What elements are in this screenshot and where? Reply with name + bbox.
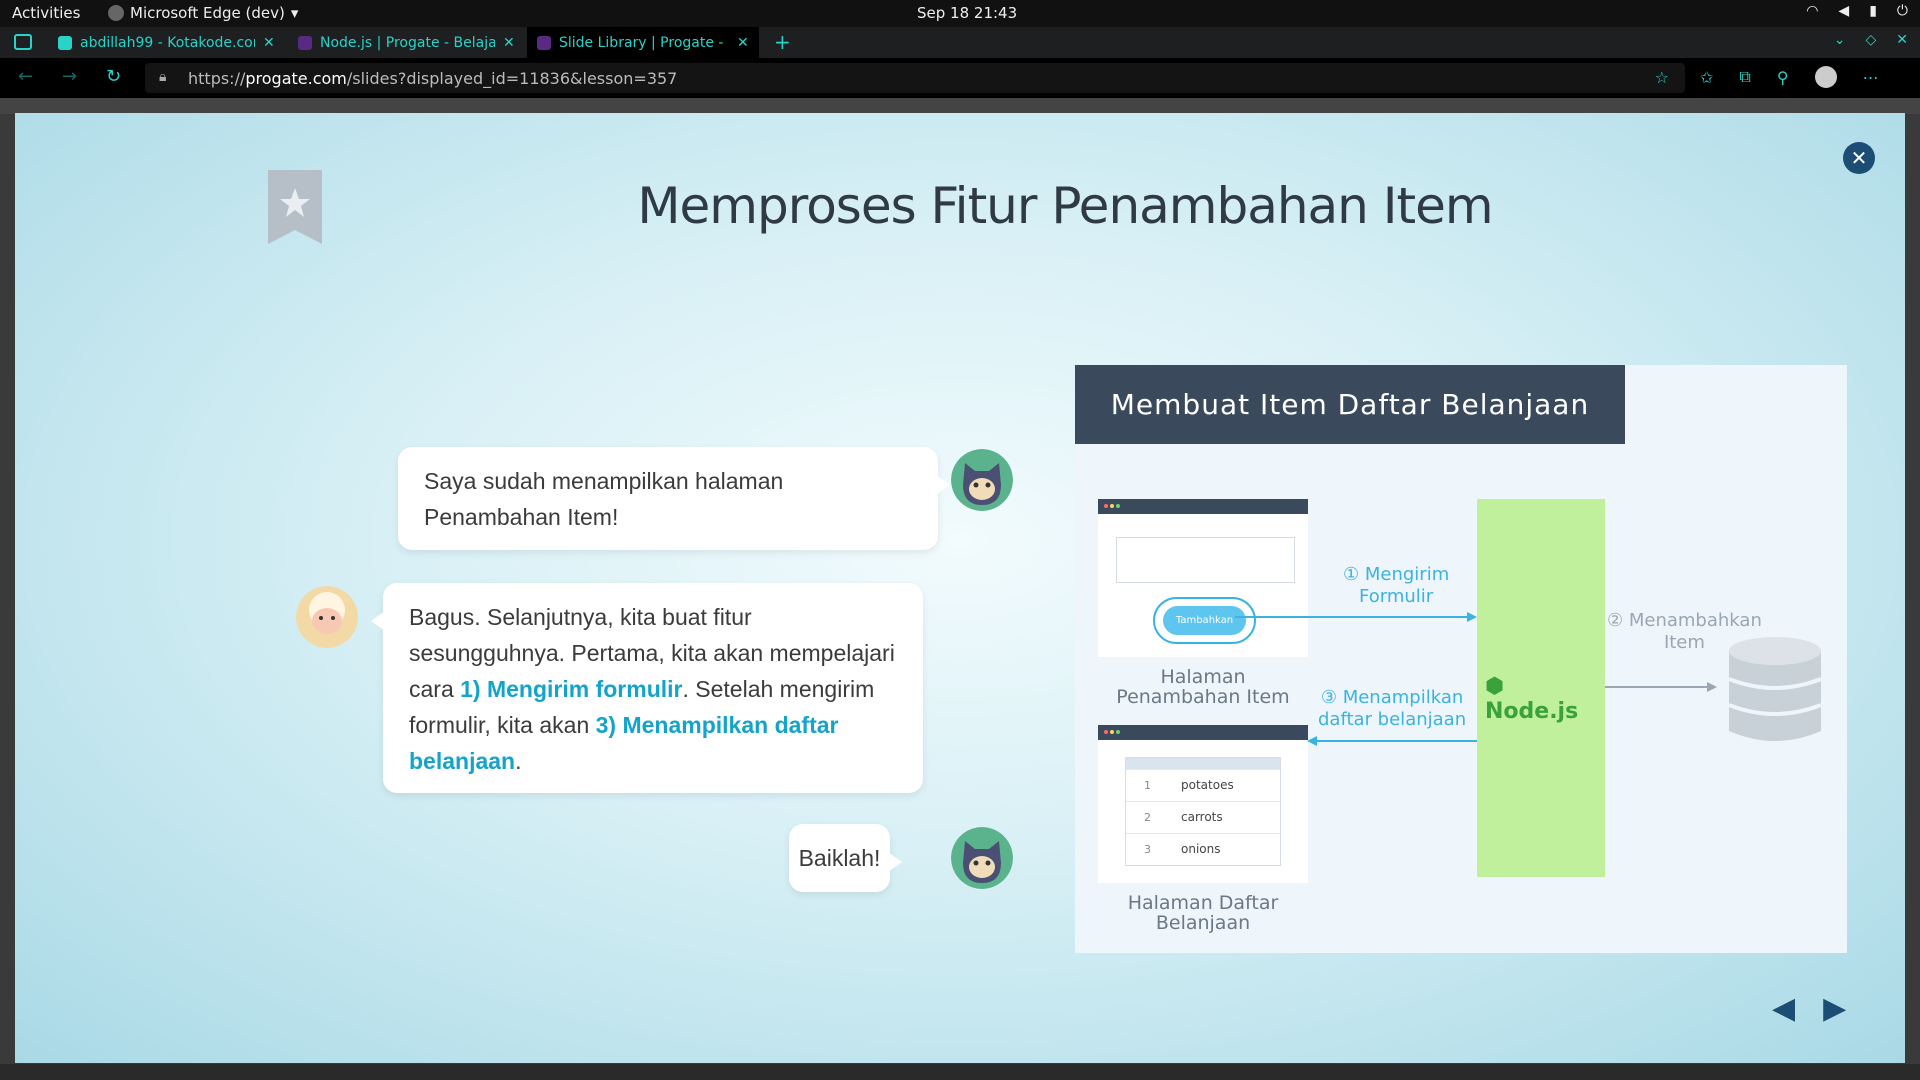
system-tray[interactable]: ◠ ◀ ▮ ⏻ <box>1806 3 1908 19</box>
reload-icon[interactable]: ↻ <box>106 66 121 87</box>
window-close-icon[interactable]: ✕ <box>1896 32 1908 48</box>
page-bottom <box>0 1064 1920 1080</box>
edge-icon <box>108 5 124 21</box>
profile-icon[interactable] <box>1814 66 1837 88</box>
tab-kotakode[interactable]: abdillah99 - Kotakode.com ✕ <box>48 27 285 58</box>
toolbar-right: ✩ ⧉ ⚲ ⋯ <box>1700 66 1879 88</box>
tab-nodejs[interactable]: Node.js | Progate - Belajar ✕ <box>288 27 525 58</box>
slide-modal: ✕ Memproses Fitur Penambahan Item Saya s… <box>15 113 1905 1063</box>
activities-button[interactable]: Activities <box>12 4 80 22</box>
favicon-icon <box>58 35 72 50</box>
arrow-label-send-form: ① Mengirim Formulir <box>1343 564 1450 607</box>
close-icon[interactable]: ✕ <box>1843 142 1875 174</box>
tab-title: abdillah99 - Kotakode.com <box>80 34 255 51</box>
tab-title: Node.js | Progate - Belajar <box>320 34 495 51</box>
window-icon[interactable]: ◇ <box>1865 32 1876 48</box>
sheep-avatar-icon <box>296 586 358 648</box>
chat-bubble-teacher: Bagus. Selanjutnya, kita buat fitur sesu… <box>371 583 923 793</box>
forward-icon[interactable]: → <box>62 66 77 87</box>
app-name: Microsoft Edge (dev) <box>130 4 285 22</box>
power-icon: ⏻ <box>1896 3 1908 19</box>
ninja-cat-avatar-icon <box>951 827 1013 889</box>
favorite-add-icon[interactable]: ☆ <box>1655 68 1669 87</box>
extensions-icon[interactable]: ⚲ <box>1777 68 1789 87</box>
page-header-strip <box>0 98 1920 114</box>
chat-bubble-student-2: Baiklah! <box>789 824 902 892</box>
more-icon[interactable]: ⋯ <box>1863 68 1879 87</box>
diagram-panel: Membuat Item Daftar Belanjaan Tambahkan … <box>1075 365 1847 953</box>
tab-title: Slide Library | Progate - Belajar <box>559 34 729 51</box>
battery-icon: ▮ <box>1869 3 1877 19</box>
app-menu[interactable]: Microsoft Edge (dev) ▾ <box>108 4 298 22</box>
wifi-icon: ◠ <box>1806 3 1819 19</box>
volume-icon: ◀ <box>1838 3 1850 19</box>
os-top-bar: Activities Microsoft Edge (dev) ▾ Sep 18… <box>0 0 1920 27</box>
slide-navigation: ◀ ▶ <box>1772 991 1846 1026</box>
close-tab-icon[interactable]: ✕ <box>263 35 275 51</box>
tab-strip-controls: ⌄ ◇ ✕ <box>1834 32 1908 48</box>
bubble-text: Baiklah! <box>798 845 881 871</box>
close-tab-icon[interactable]: ✕ <box>737 35 749 51</box>
tab-strip: abdillah99 - Kotakode.com ✕ Node.js | Pr… <box>0 27 1920 58</box>
chevron-down-icon: ▾ <box>290 4 299 22</box>
arrow-label-show-list: ③ Menampilkan daftar belanjaan <box>1318 687 1467 730</box>
prev-slide-icon[interactable]: ◀ <box>1772 991 1795 1026</box>
clock[interactable]: Sep 18 21:43 <box>917 4 1017 22</box>
lock-icon[interactable]: 🔒︎ <box>159 69 166 85</box>
next-slide-icon[interactable]: ▶ <box>1823 991 1846 1026</box>
new-tab-icon[interactable]: + <box>774 30 791 54</box>
bookmark-star-icon[interactable] <box>268 170 322 244</box>
ninja-cat-avatar-icon <box>951 449 1013 511</box>
bubble-text-part: . <box>515 748 522 774</box>
collections-icon[interactable]: ⧉ <box>1739 67 1750 87</box>
database-icon <box>1728 637 1822 741</box>
navigation-bar: ← → ↻ 🔒︎ https://progate.com/slides?disp… <box>0 58 1920 98</box>
slide-title: Memproses Fitur Penambahan Item <box>637 177 1493 235</box>
bubble-text: Saya sudah menampilkan halaman Penambaha… <box>424 468 784 530</box>
favicon-icon <box>537 35 551 50</box>
back-icon[interactable]: ← <box>18 66 33 87</box>
favorites-icon[interactable]: ✩ <box>1700 68 1713 87</box>
favicon-icon <box>298 35 312 50</box>
tab-list-icon[interactable]: ⌄ <box>1834 32 1846 48</box>
tab-actions-icon[interactable] <box>14 34 32 50</box>
close-tab-icon[interactable]: ✕ <box>503 35 515 51</box>
tab-slide-library[interactable]: Slide Library | Progate - Belajar ✕ <box>527 27 759 58</box>
url-text[interactable]: https://progate.com/slides?displayed_id=… <box>188 69 677 88</box>
chat-bubble-student-1: Saya sudah menampilkan halaman Penambaha… <box>398 447 950 550</box>
highlight-send-form: 1) Mengirim formulir <box>460 676 683 702</box>
address-bar[interactable]: 🔒︎ https://progate.com/slides?displayed_… <box>145 63 1685 93</box>
